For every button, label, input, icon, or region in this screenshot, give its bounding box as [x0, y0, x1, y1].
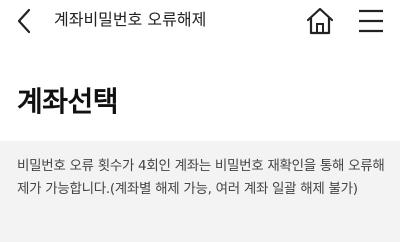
home-icon [304, 7, 336, 40]
menu-button[interactable] [356, 6, 386, 36]
chevron-left-icon [10, 6, 40, 36]
notice-text: 비밀번호 오류 횟수가 4회인 계좌는 비밀번호 재확인을 통해 오류해제가 가… [17, 158, 385, 197]
back-button[interactable] [10, 6, 40, 36]
header-title: 계좌비밀번호 오류해제 [54, 10, 207, 29]
notice-box: 비밀번호 오류 횟수가 4회인 계좌는 비밀번호 재확인을 통해 오류해제가 가… [0, 141, 400, 242]
page-title: 계좌선택 [17, 85, 119, 118]
home-button[interactable] [304, 6, 336, 36]
hamburger-menu-icon [356, 9, 386, 40]
top-app-bar: 계좌비밀번호 오류해제 [0, 0, 400, 42]
